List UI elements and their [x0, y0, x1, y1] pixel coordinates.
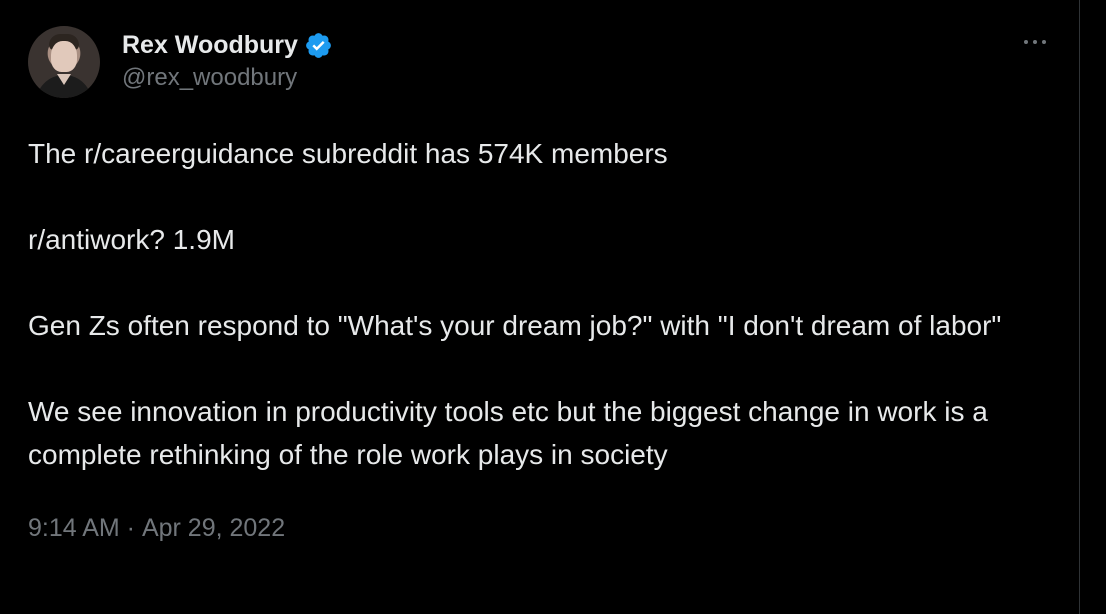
- author-info: Rex Woodbury @rex_woodbury: [122, 26, 333, 94]
- name-row: Rex Woodbury: [122, 29, 333, 61]
- tweet: Rex Woodbury @rex_woodbury The r/careerg…: [28, 26, 1052, 544]
- tweet-paragraph-2: r/antiwork? 1.9M: [28, 224, 235, 255]
- more-options-icon[interactable]: [1018, 30, 1052, 54]
- tweet-paragraph-3: Gen Zs often respond to "What's your dre…: [28, 310, 1002, 341]
- verified-badge-icon[interactable]: [304, 31, 333, 60]
- tweet-paragraph-4: We see innovation in productivity tools …: [28, 396, 988, 470]
- avatar-face: [51, 41, 77, 72]
- tweet-time[interactable]: 9:14 AM: [28, 512, 120, 544]
- column-border: [1079, 0, 1080, 614]
- tweet-timestamp[interactable]: 9:14 AM · Apr 29, 2022: [28, 512, 1052, 544]
- tweet-header: Rex Woodbury @rex_woodbury: [28, 26, 1052, 100]
- tweet-text: The r/careerguidance subreddit has 574K …: [28, 132, 1052, 476]
- more-dot: [1042, 40, 1046, 44]
- user-handle[interactable]: @rex_woodbury: [122, 62, 333, 94]
- more-dot: [1024, 40, 1028, 44]
- tweet-paragraph-1: The r/careerguidance subreddit has 574K …: [28, 138, 668, 169]
- avatar[interactable]: [28, 26, 100, 98]
- tweet-date[interactable]: Apr 29, 2022: [142, 512, 285, 544]
- timestamp-separator: ·: [119, 514, 142, 542]
- more-dot: [1033, 40, 1037, 44]
- display-name[interactable]: Rex Woodbury: [122, 29, 298, 61]
